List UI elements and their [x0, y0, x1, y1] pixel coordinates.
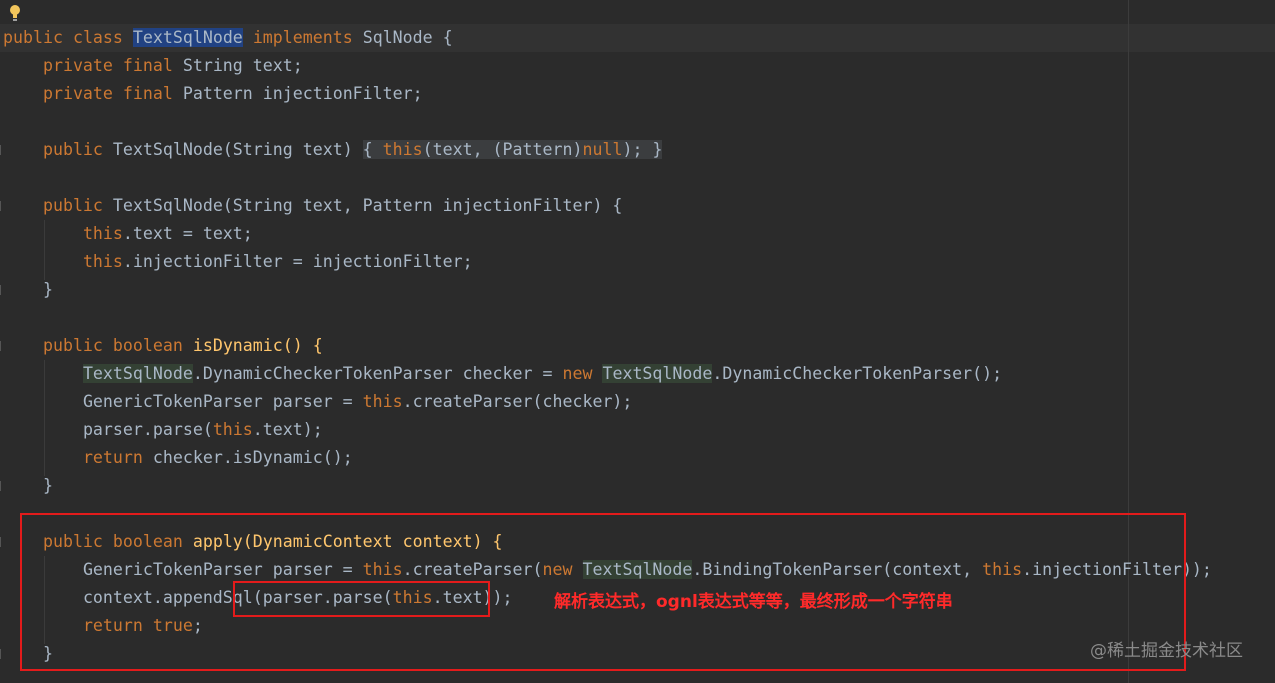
code-text: } — [42, 476, 53, 495]
keyword: return — [82, 448, 143, 467]
code-text: .createParser(checker); — [402, 392, 633, 411]
code-line-assign-text[interactable]: this.text = text; — [3, 220, 253, 248]
code-text: checker.isDynamic(); — [142, 448, 353, 467]
code-text: String text; — [172, 56, 303, 75]
code-text: .DynamicCheckerTokenParser(); — [712, 364, 1003, 383]
keyword: new — [562, 364, 593, 383]
keyword: public — [42, 196, 103, 215]
annotation-text: 解析表达式，ognl表达式等等，最终形成一个字符串 — [554, 592, 953, 612]
class-reference: TextSqlNode — [602, 364, 713, 383]
parse-call-highlight-box — [233, 581, 490, 617]
code-line-parse[interactable]: parser.parse(this.text); — [3, 416, 323, 444]
folded-region[interactable]: { this(text, (Pattern)null); } — [362, 140, 663, 159]
code-text: .DynamicCheckerTokenParser checker = — [192, 364, 563, 383]
code-line-create-parser[interactable]: GenericTokenParser parser = this.createP… — [3, 388, 632, 416]
keyword: this — [382, 140, 423, 159]
code-text: { — [362, 140, 383, 159]
code-editor[interactable]: public class TextSqlNode implements SqlN… — [0, 0, 1275, 683]
code-line-isdynamic[interactable]: public boolean isDynamic() { — [3, 332, 323, 360]
code-line-close-brace[interactable]: } — [3, 276, 53, 304]
keyword: this — [82, 252, 123, 271]
keyword: this — [362, 392, 403, 411]
watermark: @稀土掘金技术社区 — [1090, 641, 1243, 661]
code-text: Pattern injectionFilter; — [172, 84, 423, 103]
lightbulb-icon[interactable] — [8, 4, 22, 22]
keyword: public — [42, 140, 103, 159]
code-line-class-declaration[interactable]: public class TextSqlNode implements SqlN… — [3, 24, 453, 52]
code-text: (text, (Pattern) — [422, 140, 583, 159]
keyword: implements — [252, 28, 353, 47]
code-text: } — [42, 280, 53, 299]
code-text: TextSqlNode(String text, Pattern injecti… — [102, 196, 623, 215]
keyword: private — [42, 56, 113, 75]
code-line-checker[interactable]: TextSqlNode.DynamicCheckerTokenParser ch… — [3, 360, 1002, 388]
keyword: final — [122, 84, 173, 103]
keyword: private — [42, 84, 113, 103]
code-text: SqlNode { — [352, 28, 453, 47]
keyword: class — [72, 28, 123, 47]
keyword: this — [82, 224, 123, 243]
keyword: boolean — [112, 336, 183, 355]
keyword: this — [212, 420, 253, 439]
code-line-constructor-2[interactable]: public TextSqlNode(String text, Pattern … — [3, 192, 622, 220]
code-line-field-filter[interactable]: private final Pattern injectionFilter; — [3, 80, 423, 108]
method-name: isDynamic() { — [182, 336, 323, 355]
keyword: final — [122, 56, 173, 75]
class-name-selected: TextSqlNode — [132, 28, 243, 47]
code-line-return-dynamic[interactable]: return checker.isDynamic(); — [3, 444, 353, 472]
code-text: .text); — [252, 420, 323, 439]
code-text: .text = text; — [122, 224, 253, 243]
code-line-close-brace[interactable]: } — [3, 472, 53, 500]
keyword: null — [582, 140, 623, 159]
code-line-constructor-1[interactable]: public TextSqlNode(String text) { this(t… — [3, 136, 663, 164]
code-text: parser.parse( — [82, 420, 213, 439]
code-text: ); — [622, 140, 653, 159]
code-line-field-text[interactable]: private final String text; — [3, 52, 303, 80]
code-line-assign-filter[interactable]: this.injectionFilter = injectionFilter; — [3, 248, 473, 276]
keyword: public — [3, 28, 63, 47]
code-text: .injectionFilter = injectionFilter; — [122, 252, 473, 271]
class-reference: TextSqlNode — [82, 364, 193, 383]
code-text: GenericTokenParser parser = — [82, 392, 363, 411]
code-text: } — [652, 140, 663, 159]
keyword: public — [42, 336, 103, 355]
code-text: TextSqlNode(String text) — [102, 140, 363, 159]
